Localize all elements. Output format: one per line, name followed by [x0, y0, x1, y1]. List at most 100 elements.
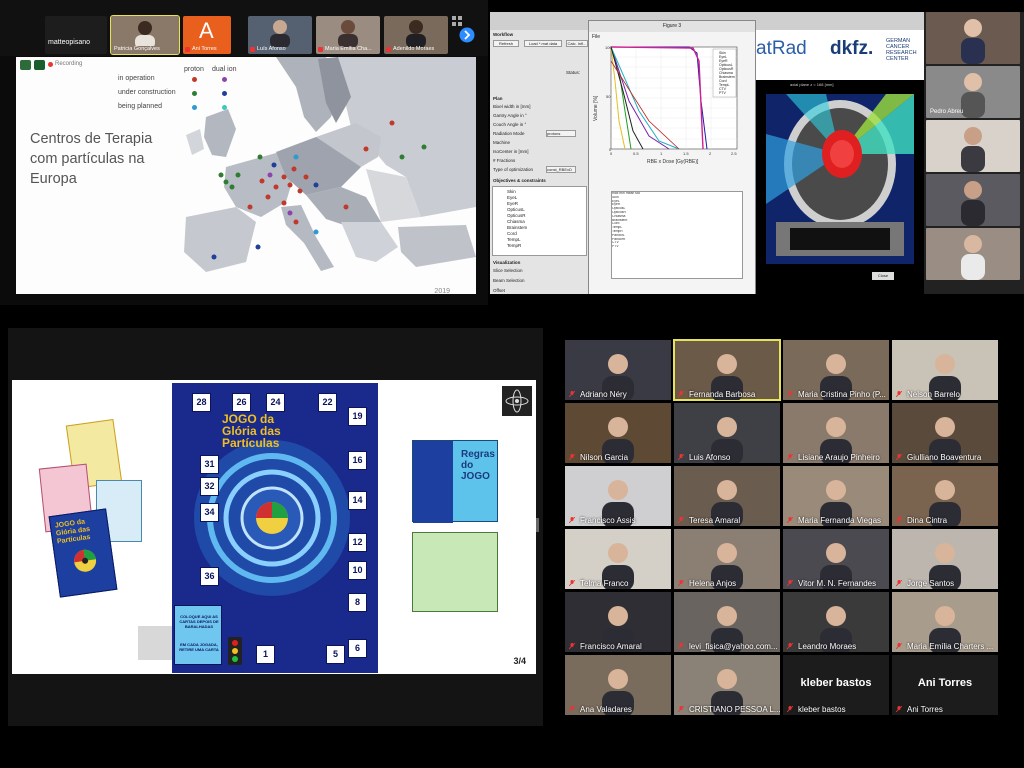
- refresh-button[interactable]: Refresh: [493, 40, 519, 47]
- muted-mic-icon: [678, 517, 684, 523]
- participant-tile[interactable]: Fernanda Barbosa: [673, 339, 781, 401]
- optimization-select[interactable]: const_RBExD: [546, 166, 576, 173]
- matrad-app-window: Workflow Refresh Load *.mat data Calc. I…: [490, 12, 924, 294]
- thumbnail-name: matteopisano: [48, 39, 91, 46]
- y-tick: 100: [605, 45, 612, 50]
- participant-tile[interactable]: Francisco Amaral: [565, 592, 671, 652]
- participant-name: CRISTIANO PESSOA L...: [689, 705, 780, 714]
- participant-tile[interactable]: Maria Fernanda Viegas: [783, 466, 889, 526]
- participant-tile[interactable]: Adriano Néry: [565, 340, 671, 400]
- participant-tile[interactable]: Maria Emília Charters ...: [892, 592, 998, 652]
- thumbnail-tile[interactable]: Maria Emília Cha...: [316, 16, 380, 54]
- radmode-select[interactable]: protons: [546, 130, 576, 137]
- participant-tile[interactable]: Leandro Moraes: [783, 592, 889, 652]
- dvh-plot: 100 50 0 0 0.5 1 1.5 2 2.5 RBE x Dose [G…: [593, 45, 737, 165]
- video-tile[interactable]: [926, 120, 1020, 172]
- figure-file-menu[interactable]: File: [592, 34, 600, 40]
- structure-row: Skin: [507, 189, 516, 194]
- thumbnail-tile[interactable]: Patricia Gonçalves: [110, 15, 180, 55]
- board-cell: 36: [200, 567, 219, 586]
- structure-row: EyeR: [507, 201, 519, 206]
- board-title: JOGO da Glória das Partículas: [222, 412, 281, 450]
- board-cell: 12: [348, 533, 367, 552]
- participant-tile[interactable]: Giulliano Boaventura: [892, 403, 998, 463]
- ct-viewer[interactable]: axial plane z = 168 [mm] Close: [756, 80, 924, 294]
- muted-mic-icon: [678, 706, 684, 712]
- participant-tile[interactable]: Francisco Assis: [565, 466, 671, 526]
- thumbnail-tile[interactable]: matteopisano: [45, 16, 107, 54]
- splitter-handle[interactable]: [536, 518, 539, 532]
- gallery-grid-icon[interactable]: [452, 16, 462, 26]
- muted-mic-icon: [896, 391, 902, 397]
- board-cell: 10: [348, 561, 367, 580]
- rules-card-cover: [413, 441, 453, 523]
- participant-tile[interactable]: Helena Anjos: [674, 529, 780, 589]
- thumbnail-tile[interactable]: A Ani Torres: [183, 16, 231, 54]
- board-cell: 26: [232, 393, 251, 412]
- figure-window[interactable]: Figure 3 File 100 50 0 0 0.5 1 1.5 2 2.5…: [588, 20, 756, 294]
- close-button[interactable]: Close: [872, 272, 894, 280]
- participant-tile[interactable]: Teresa Amaral: [674, 466, 780, 526]
- board-cell: 8: [348, 593, 367, 612]
- machine-label: Machine: [493, 140, 511, 145]
- participant-tile[interactable]: kleber bastos kleber bastos: [783, 655, 889, 715]
- recording-dot-icon: [48, 62, 53, 67]
- beam-selection-label: Beam Selection: [493, 278, 525, 283]
- workflow-label: Workflow: [493, 32, 514, 37]
- y-tick: 50: [606, 94, 611, 99]
- participant-name: Maria Emília Charters ...: [907, 642, 994, 651]
- chat-icon[interactable]: [34, 60, 45, 70]
- participant-tile[interactable]: Jorge Santos: [892, 529, 998, 589]
- video-tile[interactable]: Pedro Abreu: [926, 66, 1020, 118]
- participant-tile[interactable]: Dina Cintra: [892, 466, 998, 526]
- muted-mic-icon: [569, 454, 575, 460]
- atom-logo-icon: [502, 386, 532, 416]
- participants-icon[interactable]: [20, 60, 31, 70]
- muted-mic-icon: [896, 517, 902, 523]
- participant-tile[interactable]: Lisiane Araujo Pinheiro: [783, 403, 889, 463]
- participant-tile[interactable]: Vitor M. N. Fernandes: [783, 529, 889, 589]
- game-board: JOGO da Glória das Partículas 28 26 24 2…: [172, 383, 378, 673]
- participant-tile[interactable]: Nilson Garcia: [565, 403, 671, 463]
- video-tile[interactable]: [926, 228, 1020, 280]
- load-mat-button[interactable]: Load *.mat data: [524, 40, 562, 47]
- participant-name: Telma Franco: [580, 579, 629, 588]
- structure-row: OpticusL: [507, 207, 525, 212]
- participant-tile[interactable]: levi_fisica@yahoo.com...: [674, 592, 780, 652]
- facility-markers: [211, 120, 427, 260]
- board-cell: 14: [348, 491, 367, 510]
- participant-tile[interactable]: Luis Afonso: [674, 403, 780, 463]
- participant-tile[interactable]: Telma Franco: [565, 529, 671, 589]
- next-page-icon[interactable]: [459, 27, 475, 43]
- isocenter-label: IsoCenter in [mm]: [493, 149, 529, 154]
- muted-mic-icon: [896, 643, 902, 649]
- card-drop-zone: COLOQUE AQUI AS CARTAS DEPOIS DE BARALHA…: [174, 605, 222, 665]
- thumbnail-tile[interactable]: Adenildo Moraes: [384, 16, 448, 54]
- participant-tile[interactable]: Ani Torres Ani Torres: [892, 655, 998, 715]
- offset-label: Offset: [493, 288, 505, 293]
- x-tick: 0: [610, 151, 613, 156]
- participant-tile[interactable]: Ana Valadares: [565, 655, 671, 715]
- muted-mic-icon: [569, 517, 575, 523]
- thumbnail-tile[interactable]: Luís Afonso: [248, 16, 312, 54]
- muted-mic-icon: [386, 47, 391, 52]
- thumbnail-name: Patricia Gonçalves: [114, 46, 160, 52]
- x-tick: 2.5: [731, 151, 737, 156]
- participant-name: Nelson Barrelo: [907, 390, 960, 399]
- rules-card: Regras do JOGO: [412, 440, 498, 523]
- thumbnail-name: Adenildo Moraes: [393, 46, 435, 52]
- participant-tile[interactable]: Maria Cristina Pinho (P...: [783, 340, 889, 400]
- couch-label: Couch Angle in °: [493, 122, 527, 127]
- y-axis-label: Volume [%]: [593, 95, 599, 121]
- video-tile-name: Pedro Abreu: [930, 109, 964, 115]
- video-tile[interactable]: [926, 12, 1020, 64]
- participant-tile[interactable]: Nelson Barrelo: [892, 340, 998, 400]
- objectives-table[interactable]: Skin EyeL EyeR OpticusL OpticusR Chiasma…: [492, 186, 587, 256]
- participant-big-name: Ani Torres: [917, 677, 973, 689]
- muted-mic-icon: [787, 706, 793, 712]
- participant-name: Francisco Amaral: [580, 642, 642, 651]
- participant-tile[interactable]: CRISTIANO PESSOA L...: [674, 655, 780, 715]
- video-tile[interactable]: [926, 174, 1020, 226]
- calc-influence-button[interactable]: Calc. Infl...: [566, 40, 588, 47]
- board-cell: 34: [200, 503, 219, 522]
